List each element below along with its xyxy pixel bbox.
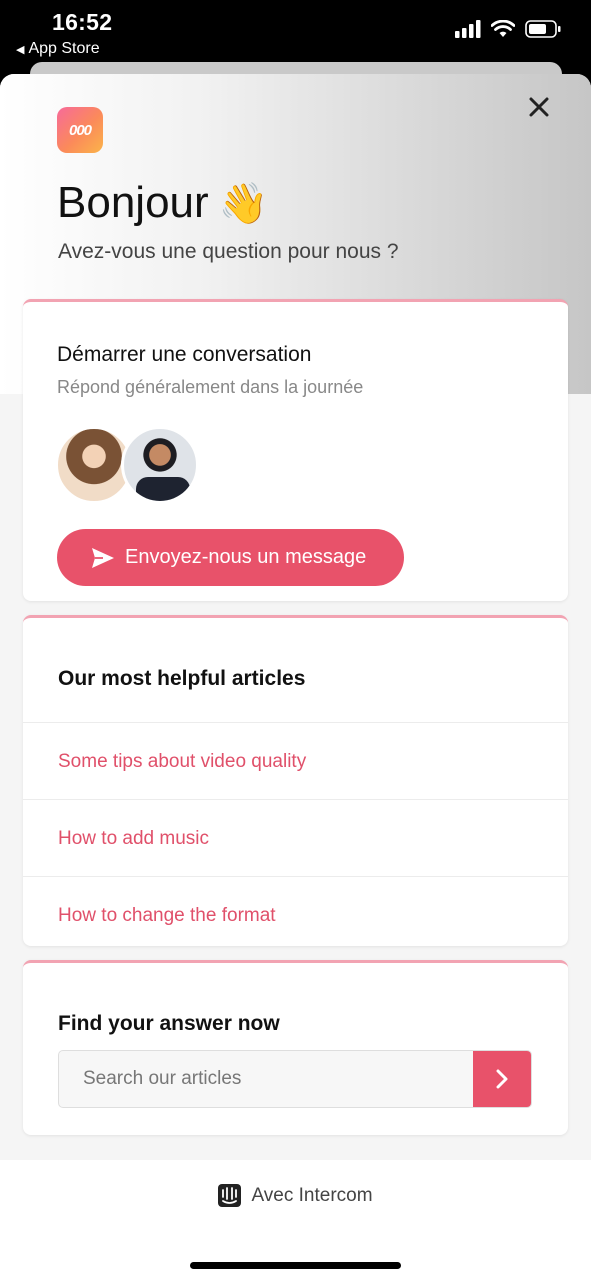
search-submit-button[interactable] [473,1051,531,1107]
status-bar: 16:52 ◀ App Store [0,0,591,62]
article-link[interactable]: How to change the format [58,905,276,927]
articles-card: Our most helpful articles Some tips abou… [23,615,568,946]
waving-hand-icon: 👋 [218,181,269,226]
back-to-app-store[interactable]: ◀ App Store [16,40,100,58]
intercom-icon [218,1184,242,1207]
close-icon[interactable] [526,94,552,120]
divider [23,722,568,723]
divider [23,876,568,877]
divider [23,799,568,800]
articles-heading: Our most helpful articles [58,667,306,690]
messenger-sheet: 000 Bonjour 👋 Avez-vous une question pou… [0,74,591,1280]
greeting-subtitle: Avez-vous une question pour nous ? [58,240,399,263]
back-label: App Store [28,40,100,57]
app-logo: 000 [57,107,103,153]
status-time: 16:52 [52,9,113,35]
signal-icon [455,20,481,38]
search-input[interactable] [59,1051,475,1107]
article-link[interactable]: How to add music [58,828,209,850]
greeting: Bonjour 👋 [57,178,268,228]
back-arrow-icon: ◀ [16,43,25,56]
home-indicator[interactable] [190,1262,401,1269]
send-message-label: Envoyez-nous un message [125,546,367,568]
conversation-card: Démarrer une conversation Répond général… [23,299,568,601]
search-box [58,1050,532,1108]
reply-time: Répond généralement dans la journée [57,377,364,397]
search-heading: Find your answer now [58,1012,280,1035]
article-link[interactable]: Some tips about video quality [58,751,306,773]
wifi-icon [491,20,515,37]
powered-by[interactable]: Avec Intercom [0,1184,591,1207]
send-message-button[interactable]: Envoyez-nous un message [57,529,404,586]
search-card: Find your answer now [23,960,568,1135]
greeting-text: Bonjour [57,178,209,227]
conversation-title: Démarrer une conversation [57,343,312,366]
battery-icon [525,20,561,38]
send-icon [92,547,114,568]
chevron-right-icon [496,1069,508,1089]
powered-by-label: Avec Intercom [251,1184,373,1206]
footer: Avec Intercom [0,1160,591,1280]
avatar [121,426,199,504]
